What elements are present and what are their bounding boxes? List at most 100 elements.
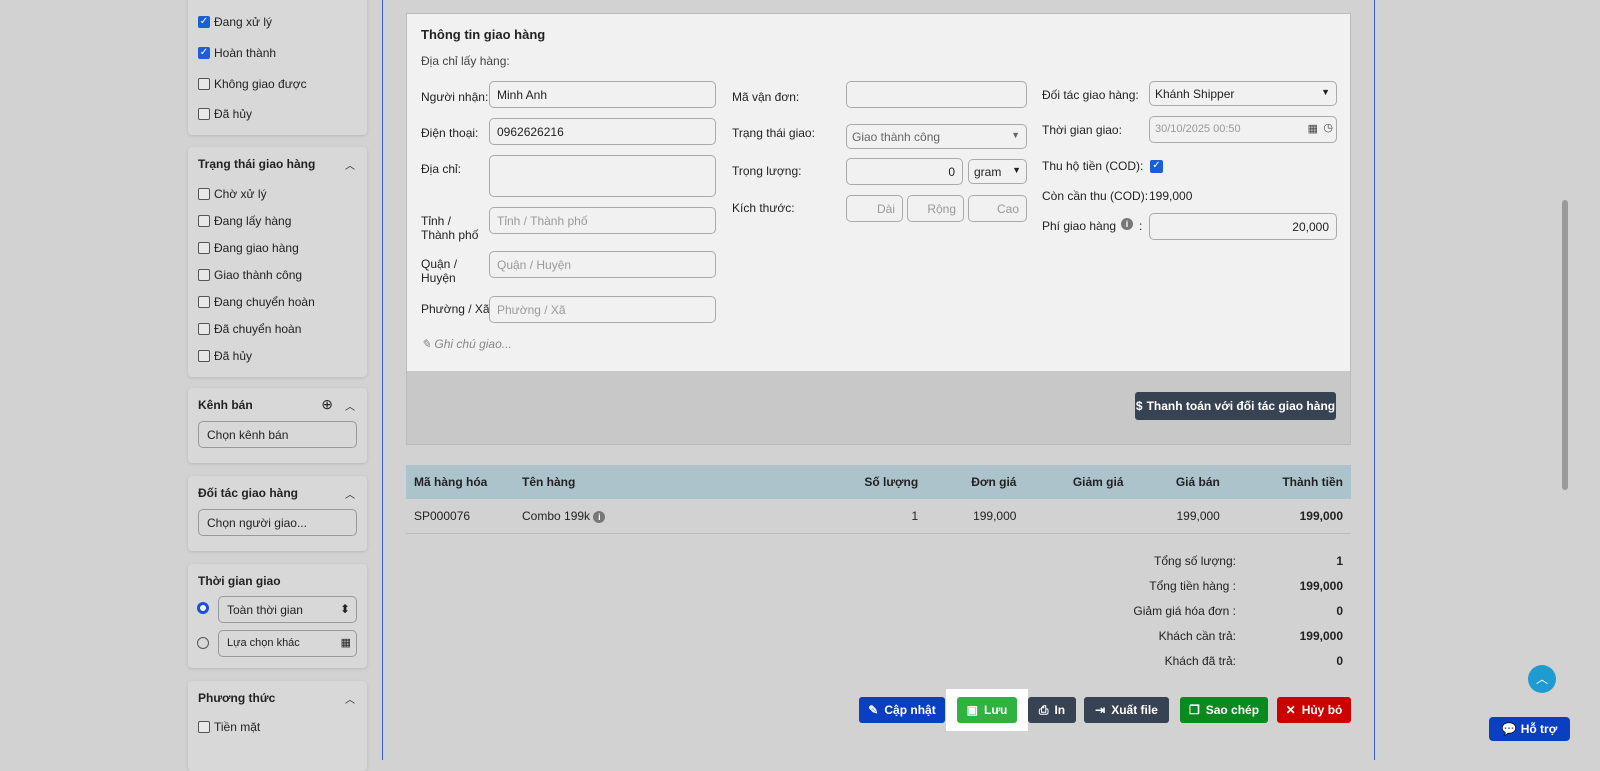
delivery-status-item[interactable]: Đang chuyển hoàn <box>198 295 315 309</box>
method-item[interactable]: Tiền mặt <box>198 720 260 734</box>
button-label: Cập nhật <box>884 703 936 717</box>
checkbox-checked-icon[interactable]: ✓ <box>198 16 210 28</box>
filter-processing[interactable]: ✓ Đang xử lý <box>198 15 272 29</box>
select-value: gram <box>974 165 1002 179</box>
delivery-status-item[interactable]: Đã hủy <box>198 349 252 363</box>
custom-time-input[interactable]: Lựa chọn khác ▦ <box>218 630 357 657</box>
province-label: Tỉnh / Thành phố <box>421 214 479 242</box>
checkbox-icon[interactable] <box>198 721 210 733</box>
receiver-input[interactable]: Minh Anh <box>489 81 716 108</box>
info-icon[interactable]: i <box>1121 218 1133 230</box>
support-button[interactable]: 💬 Hỗ trợ <box>1489 717 1570 741</box>
height-input[interactable]: Cao <box>968 195 1027 222</box>
button-label: Sao chép <box>1205 703 1260 717</box>
calendar-icon[interactable]: ▦ <box>341 636 351 649</box>
cancel-button[interactable]: ✕ Hủy bỏ <box>1277 697 1351 723</box>
delivery-status-item[interactable]: Đang giao hàng <box>198 241 299 255</box>
col-price: Đơn giá <box>926 465 1025 499</box>
checkbox-icon[interactable] <box>198 215 210 227</box>
waybill-input[interactable] <box>846 81 1027 108</box>
pencil-icon: ✎ <box>421 337 432 351</box>
delivery-status-item[interactable]: Đang lấy hàng <box>198 214 291 228</box>
status-select[interactable]: Giao thành công ▼ <box>846 124 1027 149</box>
delivery-status-item[interactable]: Chờ xử lý <box>198 187 267 201</box>
scroll-top-button[interactable]: ︿ <box>1528 665 1556 693</box>
checkbox-icon[interactable] <box>198 188 210 200</box>
district-input[interactable]: Quận / Huyện <box>489 251 716 278</box>
channel-card: Kênh bán ⊕ ︿ Chọn kênh bán <box>188 388 367 463</box>
radio-selected[interactable] <box>197 602 209 614</box>
col-qty: Số lượng <box>814 465 927 499</box>
checkbox-icon[interactable] <box>198 269 210 281</box>
shipping-fee-input[interactable]: 20,000 <box>1149 213 1337 240</box>
button-label: Hỗ trợ <box>1520 722 1558 736</box>
export-button[interactable]: ⇥ Xuất file <box>1084 697 1169 723</box>
checkbox-icon[interactable] <box>198 350 210 362</box>
col-sale-price: Giá bán <box>1131 465 1228 499</box>
checkbox-icon[interactable] <box>198 242 210 254</box>
copy-button[interactable]: ❐ Sao chép <box>1180 697 1268 723</box>
edit-icon: ✎ <box>868 703 879 717</box>
chevron-up-icon[interactable]: ︿ <box>345 691 355 706</box>
pickup-address-label: Địa chỉ lấy hàng: <box>421 54 510 68</box>
checkbox-icon[interactable] <box>198 323 210 335</box>
modal-border <box>1374 0 1375 760</box>
checkbox-checked-icon[interactable]: ✓ <box>198 47 210 59</box>
delivery-time-card: Thời gian giao Toàn thời gian ⬍ Lựa chọn … <box>188 564 367 668</box>
chat-icon: 💬 <box>1501 722 1517 736</box>
partner-select[interactable]: Khánh Shipper ▼ <box>1149 81 1337 106</box>
delivery-status-item[interactable]: Giao thành công <box>198 268 302 282</box>
add-circle-icon[interactable]: ⊕ <box>321 396 333 413</box>
update-button[interactable]: ✎ Cập nhật <box>859 697 945 723</box>
save-button[interactable]: ▣ Lưu <box>957 697 1017 723</box>
length-input[interactable]: Dài <box>846 195 903 222</box>
weight-input[interactable]: 0 <box>846 158 963 185</box>
clock-icon[interactable]: ◷ <box>1323 121 1333 134</box>
checkbox-icon[interactable] <box>198 296 210 308</box>
ward-input[interactable]: Phường / Xã <box>489 296 716 323</box>
unit-select[interactable]: gram ▼ <box>968 159 1027 184</box>
cod-checkbox[interactable]: ✓ <box>1150 160 1163 173</box>
item-label: Đang chuyển hoàn <box>214 295 315 309</box>
item-label: Chờ xử lý <box>214 187 267 201</box>
col-code: Mã hàng hóa <box>406 465 514 499</box>
shipping-info-panel: Thông tin giao hàng Địa chỉ lấy hàng: Ng… <box>406 13 1351 445</box>
channel-select[interactable]: Chọn kênh bán <box>198 421 357 448</box>
width-input[interactable]: Rộng <box>907 195 964 222</box>
item-label: Đã chuyển hoàn <box>214 322 302 336</box>
info-icon[interactable]: i <box>593 510 606 523</box>
filter-completed[interactable]: ✓ Hoàn thành <box>198 46 276 60</box>
address-textarea[interactable] <box>489 155 716 197</box>
item-label: Giao thành công <box>214 268 303 282</box>
delivery-status-item[interactable]: Đã chuyển hoàn <box>198 322 301 336</box>
dollar-icon: $ <box>1135 399 1143 413</box>
radio[interactable] <box>197 637 209 649</box>
checkbox-icon[interactable] <box>198 78 210 90</box>
status-label: Trạng thái giao: <box>732 126 815 140</box>
chevron-up-icon[interactable]: ︿ <box>345 486 355 501</box>
time-range-select[interactable]: Toàn thời gian ⬍ <box>218 596 357 623</box>
partner-card: Đối tác giao hàng ︿ Chọn người giao... <box>188 476 367 551</box>
select-value: Giao thành công <box>852 130 941 144</box>
size-label: Kích thước: <box>732 201 795 215</box>
calendar-icon[interactable]: ▦ <box>1308 122 1318 135</box>
delivery-time-input[interactable]: 30/10/2025 00:50 ▦ ◷ <box>1149 116 1337 143</box>
phone-input[interactable]: 0962626216 <box>489 118 716 145</box>
chevron-up-icon[interactable]: ︿ <box>345 398 355 413</box>
card-title: Phương thức <box>198 691 276 705</box>
receiver-label: Người nhận: <box>421 90 489 104</box>
scrollbar-thumb[interactable] <box>1562 200 1568 490</box>
filter-failed[interactable]: Không giao được <box>198 77 307 91</box>
print-button[interactable]: ⎙ In <box>1028 697 1076 723</box>
cell-name: Combo 199k i <box>514 499 814 534</box>
checkbox-icon[interactable] <box>198 108 210 120</box>
note-input[interactable]: ✎ Ghi chú giao... <box>421 337 512 351</box>
pay-partner-button[interactable]: $ Thanh toán với đối tác giao hàng <box>1135 392 1336 420</box>
partner-select[interactable]: Chọn người giao... <box>198 509 357 536</box>
cell-sale-price: 199,000 <box>1131 499 1228 534</box>
province-input[interactable]: Tỉnh / Thành phố <box>489 207 716 234</box>
filter-cancelled[interactable]: Đã hủy <box>198 107 252 121</box>
chevron-up-icon: ︿ <box>1535 672 1548 686</box>
chevron-up-icon[interactable]: ︿ <box>345 157 355 172</box>
phone-label: Điện thoại: <box>421 126 479 140</box>
